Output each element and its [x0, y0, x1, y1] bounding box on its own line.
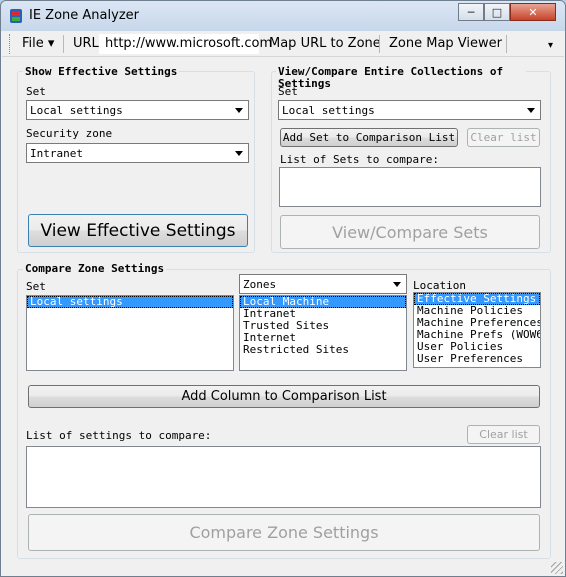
list-item[interactable]: Intranet [240, 308, 406, 320]
settings-list-label: List of settings to compare: [26, 429, 212, 442]
chevron-down-icon [235, 151, 243, 156]
list-item[interactable]: Local Machine [240, 296, 406, 308]
toolbar-grip[interactable] [9, 34, 12, 54]
effective-set-label: Set [26, 85, 46, 98]
chevron-down-icon [527, 108, 535, 113]
add-set-button[interactable]: Add Set to Comparison List [280, 128, 458, 147]
effective-set-value: Local settings [30, 104, 123, 117]
add-column-button[interactable]: Add Column to Comparison List [28, 385, 540, 408]
list-item[interactable]: Trusted Sites [240, 320, 406, 332]
security-zone-combo[interactable]: Intranet [26, 143, 249, 163]
close-button[interactable]: ✕ [510, 3, 556, 21]
effective-settings-title: Show Effective Settings [23, 65, 180, 78]
compare-zone-title: Compare Zone Settings [23, 262, 167, 275]
collections-title: View/Compare Entire Collections of Setti… [276, 66, 526, 90]
settings-compare-list[interactable] [26, 446, 541, 508]
zone-set-label: Set [26, 280, 46, 293]
view-effective-settings-button[interactable]: View Effective Settings [28, 214, 248, 247]
effective-set-combo[interactable]: Local settings [26, 100, 249, 120]
security-zone-value: Intranet [30, 147, 83, 160]
list-item[interactable]: User Preferences [414, 353, 540, 365]
list-item[interactable]: Machine Preferences [414, 317, 540, 329]
collections-set-value: Local settings [282, 104, 375, 117]
zones-list[interactable]: Local Machine Intranet Trusted Sites Int… [239, 295, 407, 371]
view-compare-sets-button[interactable]: View/Compare Sets [280, 215, 540, 249]
chevron-down-icon [235, 108, 243, 113]
security-zone-label: Security zone [26, 127, 113, 140]
toolbar-separator [506, 35, 507, 53]
minimize-button[interactable]: ─ [458, 3, 484, 21]
file-menu[interactable]: File ▾ [22, 36, 54, 51]
compare-zone-settings-button[interactable]: Compare Zone Settings [28, 514, 540, 551]
location-label: Location [413, 279, 466, 292]
location-list[interactable]: Effective Settings Machine Policies Mach… [413, 292, 541, 368]
zones-combo-value: Zones [243, 278, 277, 291]
zone-map-viewer-button[interactable]: Zone Map Viewer [389, 36, 502, 51]
list-item[interactable]: Restricted Sites [240, 344, 406, 356]
window-title: IE Zone Analyzer [29, 8, 139, 23]
toolbar-separator [379, 35, 380, 53]
zones-combo[interactable]: Zones [239, 274, 407, 294]
clear-sets-button[interactable]: Clear list [467, 128, 540, 147]
list-item[interactable]: Effective Settings [414, 293, 540, 305]
list-item[interactable]: Local settings [27, 296, 233, 308]
list-item[interactable]: Machine Policies [414, 305, 540, 317]
url-input[interactable]: http://www.microsoft.com [99, 34, 272, 54]
sets-list[interactable] [279, 167, 541, 207]
list-item[interactable]: Internet [240, 332, 406, 344]
maximize-button[interactable]: □ [484, 3, 510, 21]
chevron-down-icon [393, 282, 401, 287]
map-url-to-zone-button[interactable]: Map URL to Zone [269, 36, 381, 51]
sets-list-label: List of Sets to compare: [280, 153, 439, 166]
collections-set-label: Set [278, 85, 298, 98]
list-item[interactable]: User Policies [414, 341, 540, 353]
app-shield-icon [10, 9, 22, 23]
main-window: IE Zone Analyzer ─ □ ✕ File ▾ URL http:/… [0, 0, 566, 577]
zone-set-list[interactable]: Local settings [26, 295, 234, 371]
toolbar-overflow-icon[interactable]: ▾ [548, 40, 553, 51]
collections-set-combo[interactable]: Local settings [278, 100, 541, 120]
toolbar-separator [63, 35, 64, 53]
resize-grip-icon[interactable] [551, 562, 563, 574]
list-item[interactable]: Machine Prefs (WOW64 [414, 329, 540, 341]
clear-settings-button[interactable]: Clear list [467, 425, 540, 444]
url-label: URL [73, 36, 99, 51]
